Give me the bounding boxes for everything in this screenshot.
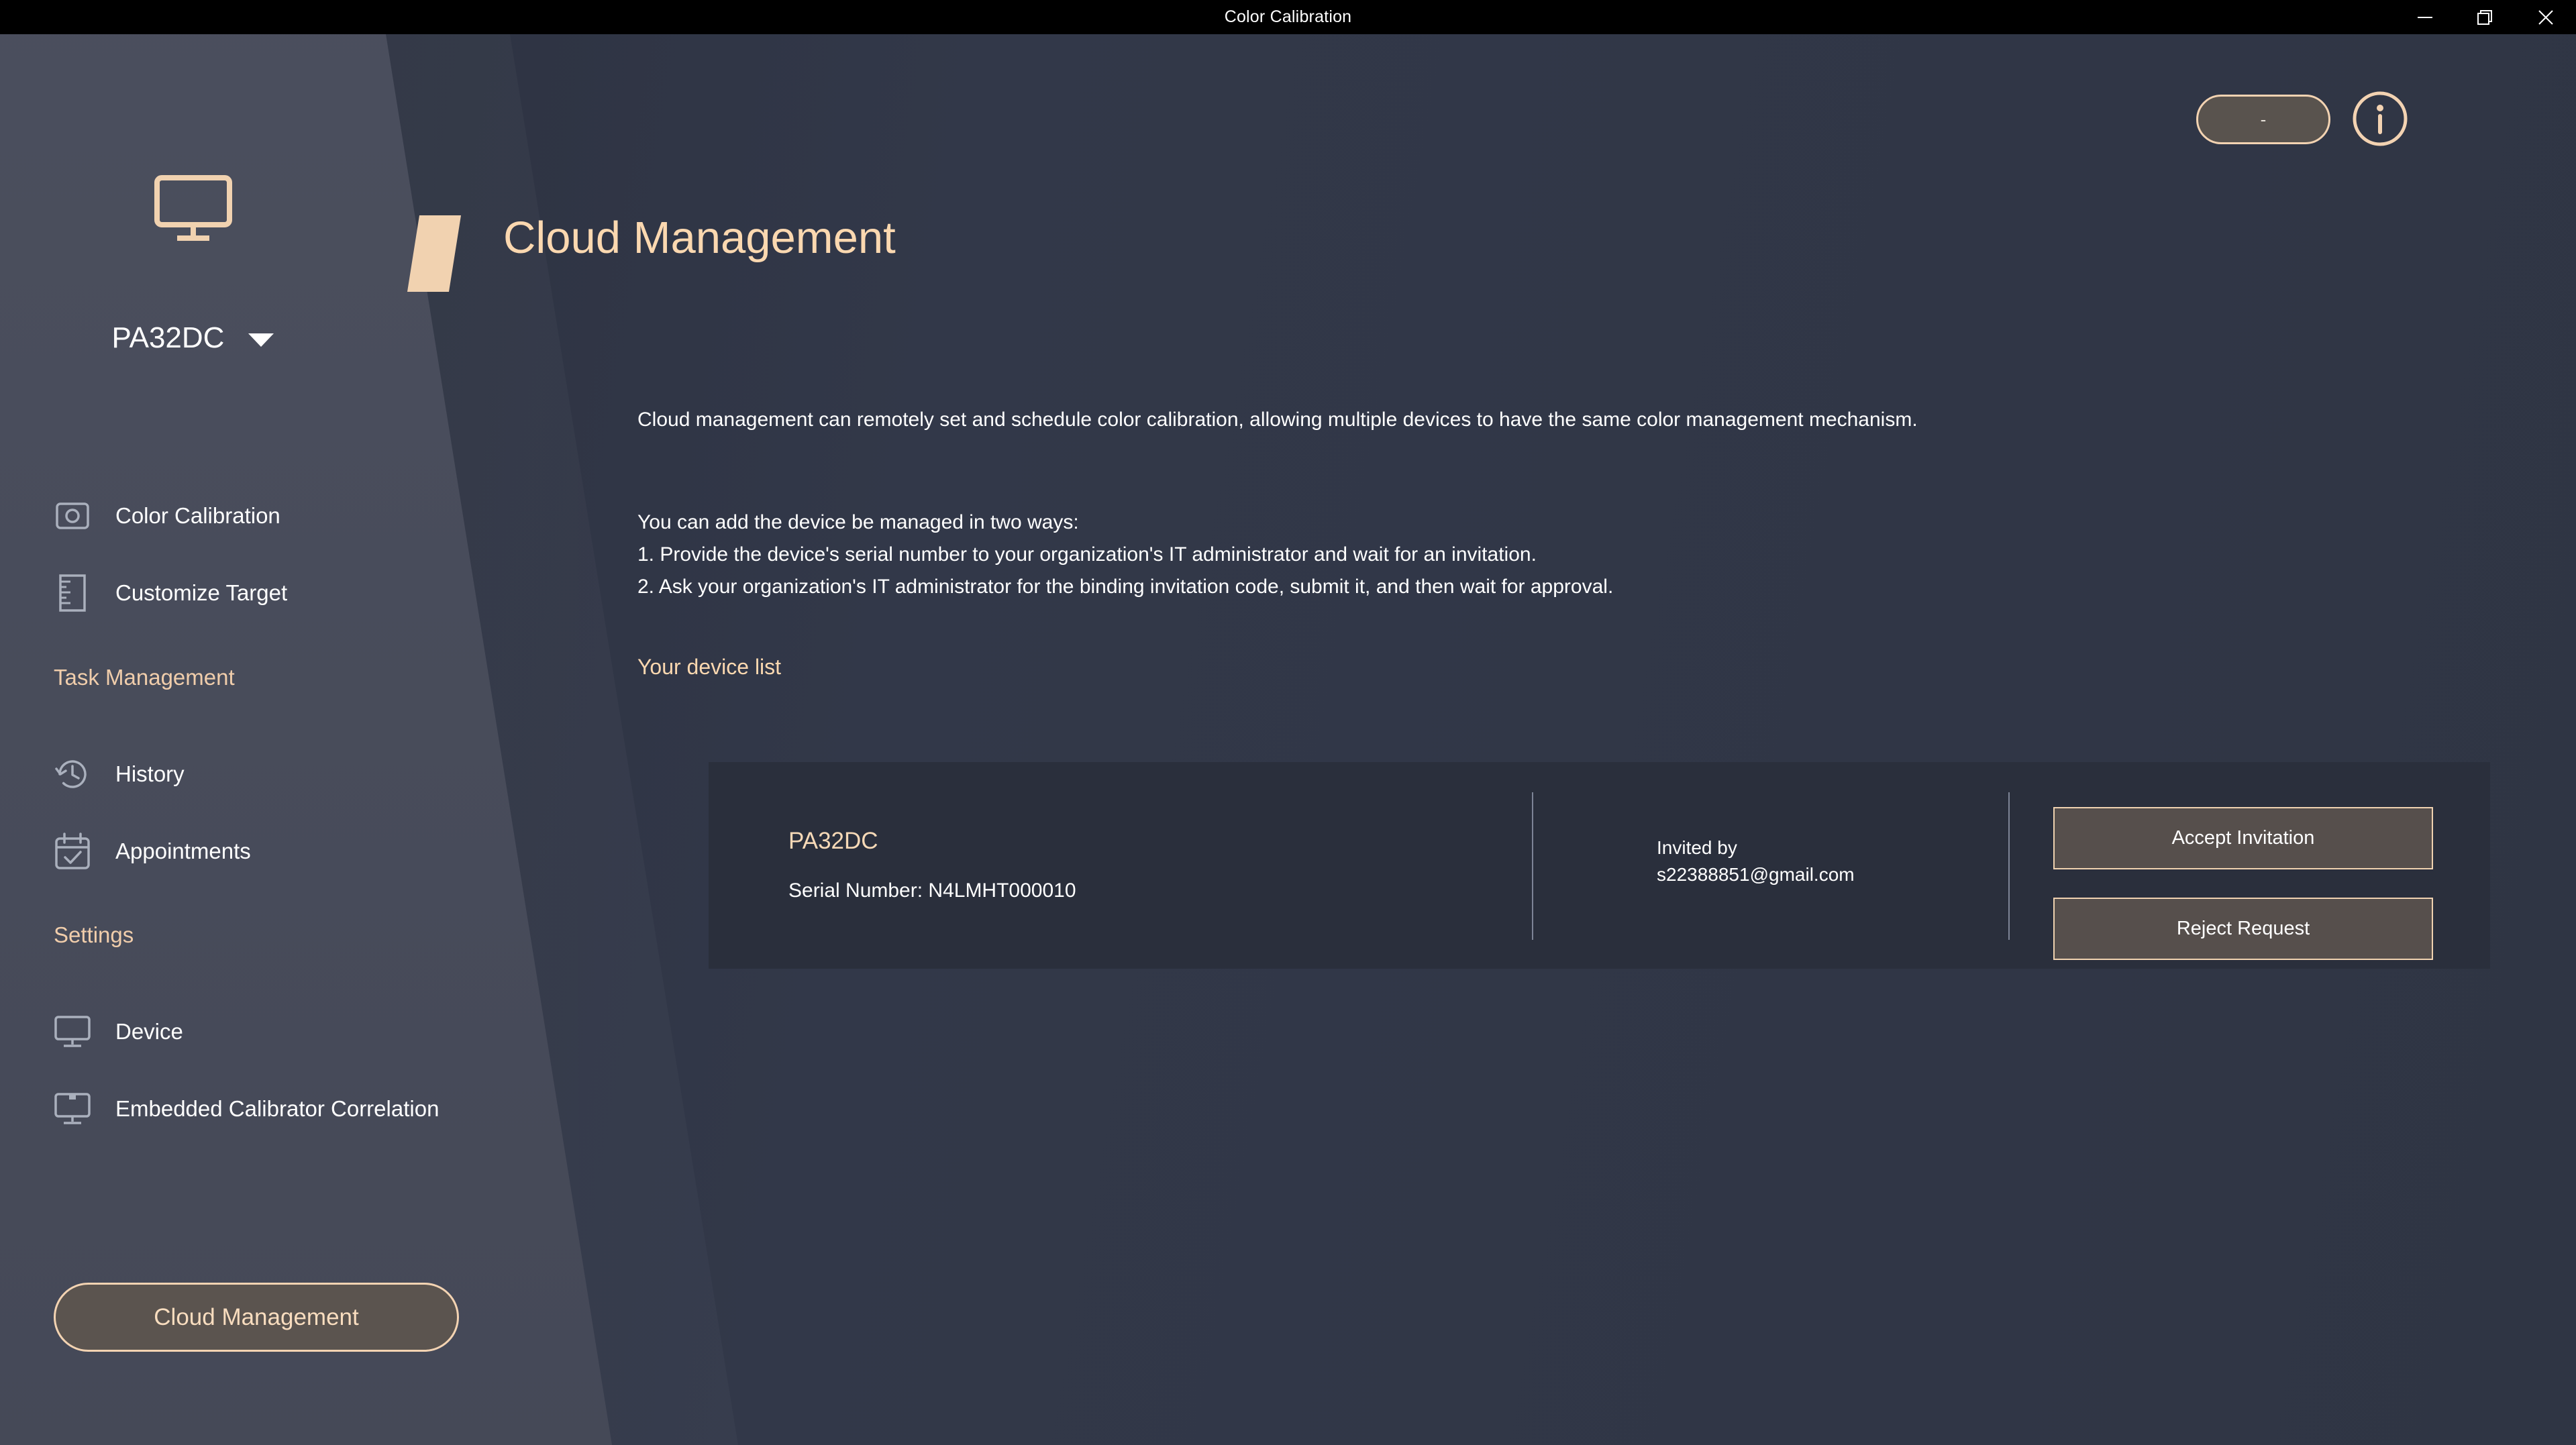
invited-by-block: Invited by s22388851@gmail.com — [1657, 835, 1855, 888]
monitor-icon — [54, 1013, 91, 1051]
invited-by-label: Invited by — [1657, 837, 1737, 858]
minimize-button[interactable] — [2395, 0, 2455, 34]
sidebar-item-embedded-calibrator-correlation[interactable]: Embedded Calibrator Correlation — [54, 1090, 439, 1128]
account-pill-button[interactable]: - — [2196, 95, 2330, 144]
minimize-icon — [2418, 16, 2432, 18]
sidebar-item-label: Device — [115, 1019, 183, 1044]
ways-item-1: 1. Provide the device's serial number to… — [637, 543, 1537, 566]
device-card: PA32DC Serial Number: N4LMHT000010 Invit… — [709, 762, 2490, 969]
ways-block: You can add the device be managed in two… — [637, 506, 2147, 603]
ruler-icon — [54, 574, 91, 612]
info-circle-icon — [2353, 91, 2408, 146]
ways-heading: You can add the device be managed in two… — [637, 511, 1079, 533]
card-divider — [1532, 792, 1533, 940]
sidebar-device-icon-wrap — [0, 175, 386, 242]
sidebar-item-label: History — [115, 761, 185, 786]
history-clock-icon — [54, 755, 91, 793]
close-button[interactable] — [2516, 0, 2576, 34]
invited-by-email: s22388851@gmail.com — [1657, 864, 1855, 885]
intro-paragraph: Cloud management can remotely set and sc… — [637, 409, 1918, 431]
ways-item-2: 2. Ask your organization's IT administra… — [637, 576, 1614, 598]
sidebar-item-device[interactable]: Device — [54, 1013, 183, 1051]
window-titlebar: Color Calibration — [0, 0, 2576, 34]
device-selector-label: PA32DC — [111, 321, 225, 354]
window-title: Color Calibration — [1224, 7, 1352, 26]
device-card-name: PA32DC — [788, 828, 878, 854]
restore-button[interactable] — [2455, 0, 2516, 34]
calendar-check-icon — [54, 833, 91, 870]
cloud-management-button[interactable]: Cloud Management — [54, 1283, 459, 1352]
card-divider — [2008, 792, 2010, 940]
app-window: PA32DC Color Calibration Customize Targe… — [0, 34, 2576, 1445]
device-card-serial: Serial Number: N4LMHT000010 — [788, 879, 1076, 902]
close-icon — [2538, 9, 2553, 25]
chevron-down-icon — [248, 333, 274, 347]
sidebar-item-label: Color Calibration — [115, 503, 280, 528]
device-selector[interactable]: PA32DC — [0, 321, 386, 355]
sidebar-item-color-calibration[interactable]: Color Calibration — [54, 497, 280, 535]
main-panel-background — [386, 34, 2576, 1445]
sidebar-item-label: Customize Target — [115, 580, 288, 605]
monitor-icon — [154, 175, 232, 241]
sidebar-item-customize-target[interactable]: Customize Target — [54, 574, 287, 612]
window-controls — [2395, 0, 2576, 34]
sidebar-section-task-management: Task Management — [54, 665, 235, 690]
aperture-icon — [54, 497, 91, 535]
restore-icon — [2477, 9, 2492, 25]
info-button[interactable] — [2352, 91, 2408, 147]
sidebar-section-settings: Settings — [54, 922, 134, 947]
sidebar-item-label: Embedded Calibrator Correlation — [115, 1096, 440, 1121]
device-list-heading: Your device list — [637, 655, 782, 679]
sidebar-item-appointments[interactable]: Appointments — [54, 833, 251, 870]
sidebar: PA32DC Color Calibration Customize Targe… — [0, 34, 459, 1445]
sidebar-item-label: Appointments — [115, 839, 251, 863]
monitor-calibrator-icon — [54, 1090, 91, 1128]
page-title: Cloud Management — [503, 213, 896, 263]
accept-invitation-button[interactable]: Accept Invitation — [2053, 807, 2433, 869]
sidebar-item-history[interactable]: History — [54, 755, 185, 793]
reject-request-button[interactable]: Reject Request — [2053, 898, 2433, 960]
